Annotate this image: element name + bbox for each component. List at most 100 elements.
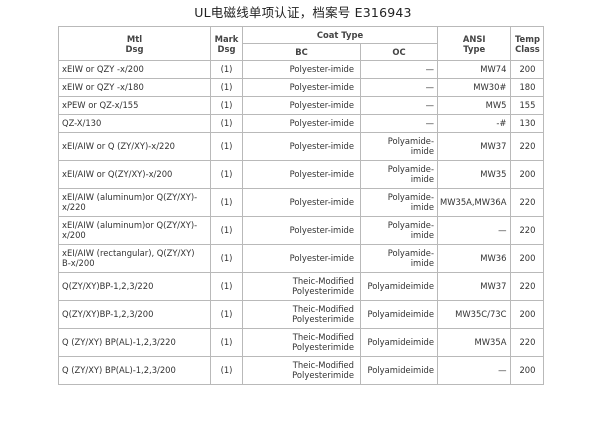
header-temp-line1: Temp	[514, 33, 540, 44]
header-mark-line1: Mark	[214, 33, 239, 44]
cell-temp-class-line: 220	[519, 224, 536, 235]
cell-ansi-type-line: MW35	[480, 168, 507, 179]
cell-ansi-type: MW5	[436, 96, 512, 115]
cell-coat-bc: Theic-Modified Polyesterimide	[242, 300, 361, 329]
cell-mtl-dsg-line: Q (ZY/XY) BP(AL)-1,2,3/220	[62, 336, 176, 347]
cell-mtl-dsg-line: Q (ZY/XY) BP(AL)-1,2,3/200	[62, 364, 176, 375]
cell-ansi-type: —	[436, 356, 512, 385]
page-title: UL电磁线单项认证，档案号 E316943	[194, 5, 412, 20]
cell-mtl-dsg: xEI/AIW or Q (ZY/XY)-x/220	[58, 132, 211, 161]
cell-coat-oc-line: Polyamideimide	[367, 280, 434, 291]
cell-coat-oc-line: imide	[410, 229, 434, 240]
cell-coat-oc: Polyamide-imide	[360, 160, 438, 189]
cell-ansi-type: MW30#	[436, 78, 512, 97]
cell-temp-class: 220	[510, 272, 545, 301]
cell-mtl-dsg: xEI/AIW (rectangular), Q(ZY/XY) B-x/200	[58, 244, 211, 273]
cell-coat-bc-line: Polyesterimide	[292, 341, 354, 352]
cell-coat-oc-line: —	[425, 63, 434, 74]
cell-coat-bc-line: Polyester-imide	[289, 196, 354, 207]
cell-ansi-type: MW37	[436, 272, 512, 301]
header-temp-class: Temp Class	[510, 26, 545, 61]
cell-temp-class-line: 200	[519, 252, 536, 263]
cell-coat-oc: Polyamide-imide	[360, 132, 438, 161]
header-ansi-line1: ANSI	[462, 33, 486, 44]
cell-mtl-dsg-line: xEIW or QZY -x/200	[62, 63, 144, 74]
cell-mark-dsg-line: (1)	[220, 140, 233, 151]
cell-temp-class-line: 200	[519, 308, 536, 319]
cell-temp-class-line: 130	[519, 117, 536, 128]
cell-ansi-type-line: MW35C/73C	[455, 308, 507, 319]
cell-coat-oc-line: imide	[410, 173, 434, 184]
cell-mark-dsg: (1)	[210, 96, 243, 115]
cell-mark-dsg-line: (1)	[220, 336, 233, 347]
cell-temp-class-line: 220	[519, 196, 536, 207]
table-row: Q(ZY/XY)BP-1,2,3/200 (1) Theic-Modified Pol…	[58, 300, 545, 329]
cell-coat-oc: Polyamideimide	[360, 272, 438, 301]
cell-ansi-type: —	[436, 216, 512, 245]
cell-coat-oc: Polyamide-imide	[360, 188, 438, 217]
cell-coat-bc-line: Polyester-imide	[289, 168, 354, 179]
cell-coat-bc: Polyester-imide	[242, 78, 361, 97]
cell-coat-bc-line: Polyester-imide	[289, 117, 354, 128]
cell-mark-dsg-line: (1)	[220, 117, 233, 128]
cell-mtl-dsg-line: QZ-X/130	[62, 117, 102, 128]
cell-coat-oc-line: —	[425, 99, 434, 110]
cell-mark-dsg: (1)	[210, 60, 243, 79]
cell-coat-bc: Polyester-imide	[242, 188, 361, 217]
cell-coat-oc: Polyamideimide	[360, 300, 438, 329]
cell-coat-bc: Theic-Modified Polyesterimide	[242, 356, 361, 385]
cell-ansi-type-line: -#	[496, 117, 507, 128]
cell-mark-dsg-line: (1)	[220, 224, 233, 235]
cell-temp-class: 200	[510, 60, 545, 79]
header-mark-dsg: Mark Dsg	[210, 26, 243, 61]
cell-mtl-dsg-line: xPEW or QZ-x/155	[62, 99, 139, 110]
cell-mark-dsg: (1)	[210, 78, 243, 97]
cell-ansi-type-line: —	[498, 224, 507, 235]
cell-ansi-type-line: MW37	[480, 140, 507, 151]
cell-coat-oc-line: Polyamideimide	[367, 336, 434, 347]
cell-coat-oc-line: Polyamideimide	[367, 308, 434, 319]
cell-coat-oc-line: imide	[410, 201, 434, 212]
cell-coat-oc: —	[360, 78, 438, 97]
cell-mark-dsg-line: (1)	[220, 364, 233, 375]
cell-mark-dsg: (1)	[210, 114, 243, 133]
cell-temp-class: 220	[510, 216, 545, 245]
cert-table-wrapper: Mtl Dsg Mark Dsg Coat Type ANSI Type Tem…	[58, 26, 545, 385]
cell-mark-dsg: (1)	[210, 244, 243, 273]
cell-temp-class: 200	[510, 356, 545, 385]
cell-ansi-type-line: MW74	[480, 63, 507, 74]
cell-coat-oc-line: imide	[410, 145, 434, 156]
cell-temp-class-line: 200	[519, 168, 536, 179]
cell-mark-dsg: (1)	[210, 132, 243, 161]
cell-mtl-dsg: Q (ZY/XY) BP(AL)-1,2,3/220	[58, 328, 211, 357]
cell-coat-oc: —	[360, 96, 438, 115]
cell-temp-class: 180	[510, 78, 545, 97]
table-row: xPEW or QZ-x/155 (1) Polyester-imide — MW5 15…	[58, 96, 545, 115]
cell-ansi-type: MW35C/73C	[436, 300, 512, 329]
header-temp-line2: Class	[515, 43, 540, 54]
header-row-1: Mtl Dsg Mark Dsg Coat Type ANSI Type Tem…	[58, 26, 545, 61]
cell-ansi-type: MW74	[436, 60, 512, 79]
table-body: xEIW or QZY -x/200 (1) Polyester-imide — MW7…	[58, 60, 545, 385]
table-row: xEI/AIW (rectangular), Q(ZY/XY) B-x/200 (1…	[58, 244, 545, 273]
cell-mark-dsg: (1)	[210, 188, 243, 217]
cell-temp-class: 155	[510, 96, 545, 115]
cell-mark-dsg-line: (1)	[220, 308, 233, 319]
cell-temp-class-line: 220	[519, 336, 536, 347]
cell-temp-class-line: 180	[519, 81, 536, 92]
cell-mark-dsg: (1)	[210, 216, 243, 245]
cell-ansi-type-line: MW37	[480, 280, 507, 291]
cell-ansi-type-line: MW35A,MW36A	[440, 196, 507, 207]
table-row: QZ-X/130 (1) Polyester-imide — -# 130	[58, 114, 545, 133]
header-mtl-line2: Dsg	[125, 43, 144, 54]
cell-mark-dsg-line: (1)	[220, 280, 233, 291]
cell-temp-class: 220	[510, 188, 545, 217]
cell-mtl-dsg: Q(ZY/XY)BP-1,2,3/200	[58, 300, 211, 329]
cell-ansi-type: MW35A,MW36A	[436, 188, 512, 217]
header-mtl-line1: Mtl	[126, 33, 143, 44]
table-row: xEI/AIW or Q(ZY/XY)-x/200 (1) Polyester-im…	[58, 160, 545, 189]
cell-temp-class: 200	[510, 160, 545, 189]
cell-coat-oc: Polyamide-imide	[360, 244, 438, 273]
cell-mark-dsg: (1)	[210, 328, 243, 357]
cell-mtl-dsg: QZ-X/130	[58, 114, 211, 133]
